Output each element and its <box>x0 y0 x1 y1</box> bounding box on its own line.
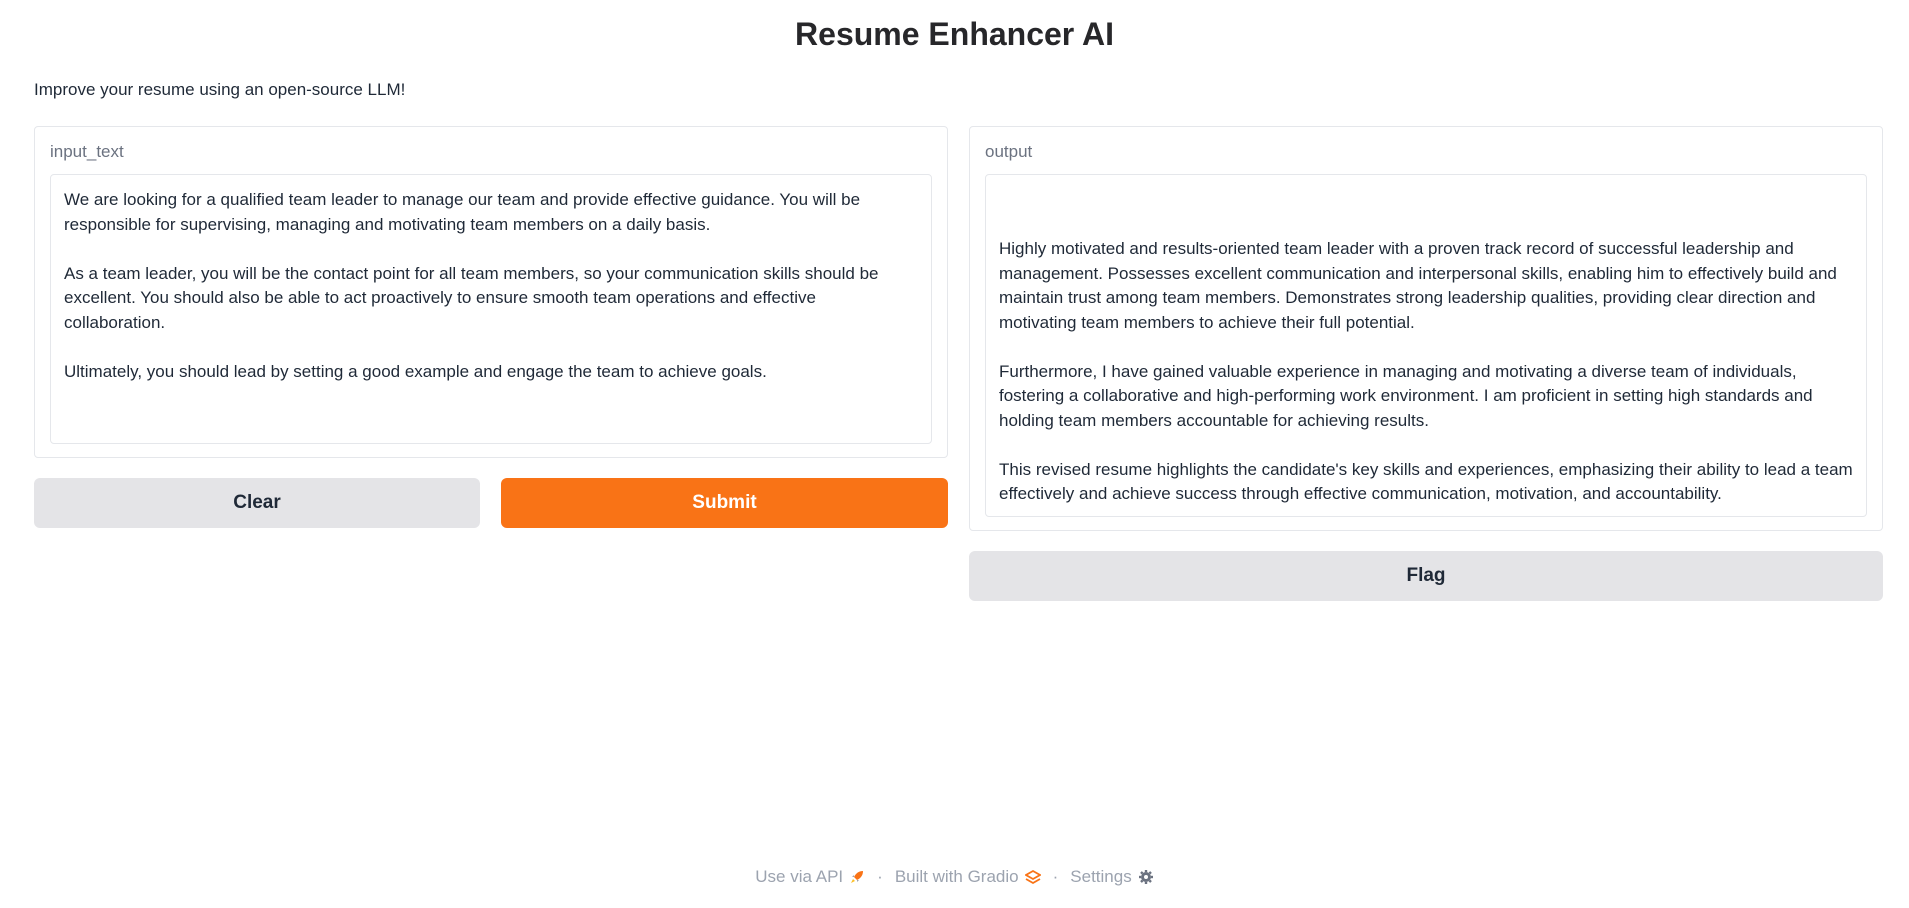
page-description: Improve your resume using an open-source… <box>34 80 406 99</box>
flag-button[interactable]: Flag <box>969 551 1883 601</box>
submit-button[interactable]: Submit <box>501 478 948 528</box>
gradio-logo-icon <box>1024 869 1041 885</box>
output-panel: output Highly motivated and results-orie… <box>969 126 1883 531</box>
page-title: Resume Enhancer AI <box>795 16 1114 52</box>
gear-icon <box>1138 870 1153 884</box>
output-textarea[interactable]: Highly motivated and results-oriented te… <box>985 174 1867 517</box>
output-label: output <box>985 142 1033 161</box>
use-via-api-link[interactable]: Use via API <box>755 867 865 887</box>
use-via-api-label: Use via API <box>755 867 844 886</box>
input-textarea[interactable]: We are looking for a qualified team lead… <box>50 174 932 444</box>
footer-separator: · <box>1052 867 1059 886</box>
input-label: input_text <box>50 142 124 161</box>
built-with-gradio-label: Built with Gradio <box>894 867 1019 886</box>
clear-button[interactable]: Clear <box>34 478 480 528</box>
input-panel: input_text We are looking for a qualifie… <box>34 126 948 458</box>
footer: Use via API · Built with Gradio · Settin… <box>0 867 1909 887</box>
settings-link[interactable]: Settings <box>1070 867 1153 887</box>
footer-separator: · <box>877 867 883 886</box>
rocket-icon <box>851 871 864 883</box>
built-with-gradio-link[interactable]: Built with Gradio <box>895 867 1041 887</box>
settings-label: Settings <box>1070 867 1132 886</box>
